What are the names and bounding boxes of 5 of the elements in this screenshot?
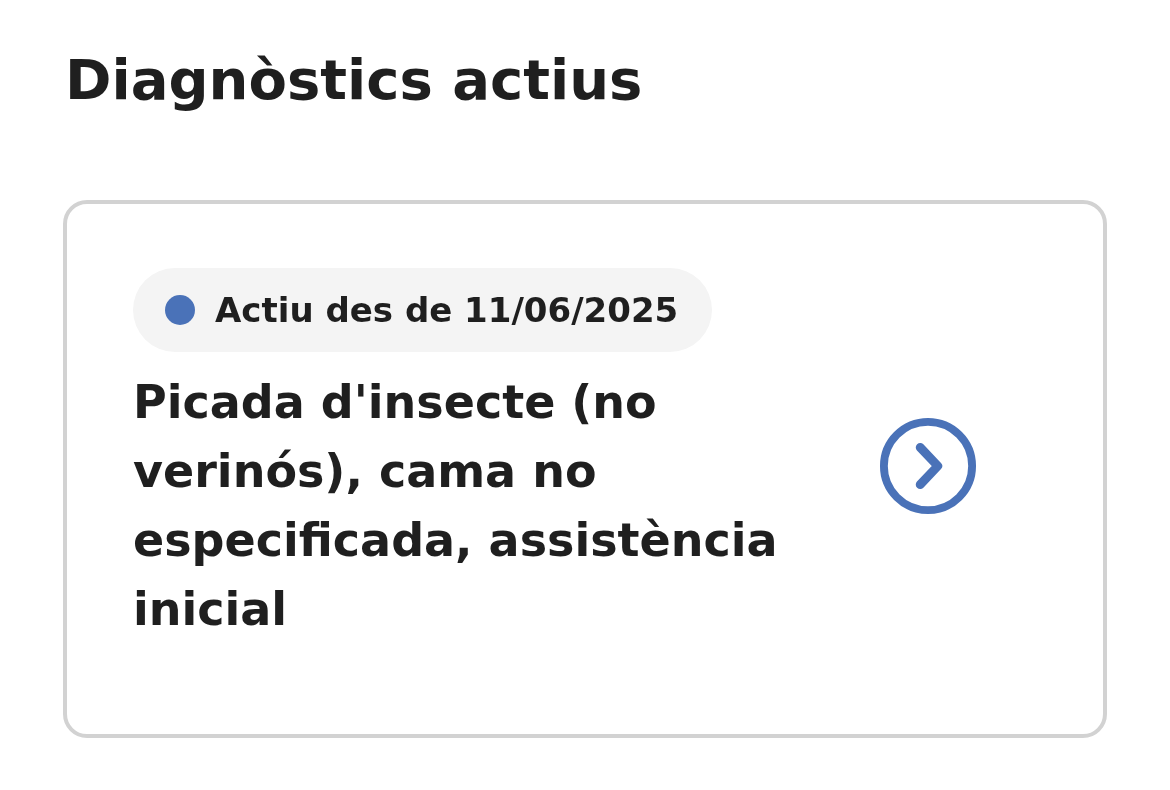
diagnosis-name: Picada d'insecte (no verinós), cama no especificada, assistència inicial [133,374,779,638]
diagnosis-card[interactable]: Actiu des de 11/06/2025 Picada d'insecte (no verinós), cama no especificada, assistència inicial [63,200,1107,738]
section-title: Diagnòstics actius [65,46,644,114]
chevron-right-icon[interactable] [879,417,977,515]
status-label: Actiu des de 11/06/2025 [215,290,679,330]
